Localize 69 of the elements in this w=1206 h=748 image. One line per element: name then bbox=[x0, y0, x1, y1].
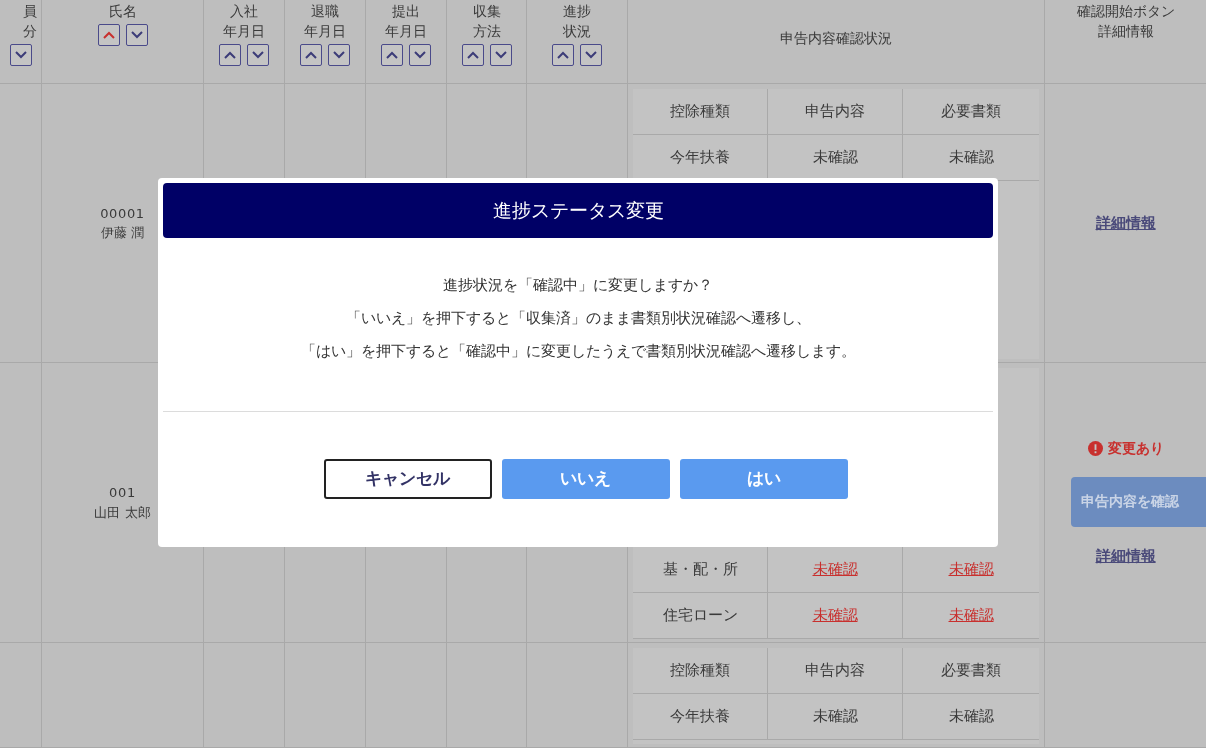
status-link[interactable]: 未確認 bbox=[812, 604, 858, 627]
sort-ascending-button[interactable] bbox=[219, 44, 241, 66]
sort-descending-button[interactable] bbox=[10, 44, 32, 66]
confirm-declaration-button[interactable]: 申告内容を確認 bbox=[1071, 476, 1206, 527]
chevron-up-icon bbox=[223, 50, 237, 60]
chevron-down-icon bbox=[493, 50, 508, 60]
chevron-down-icon bbox=[413, 50, 427, 60]
details-link[interactable]: 詳細情報 bbox=[1095, 544, 1156, 568]
column-header: 員 分 bbox=[23, 2, 38, 41]
chevron-down-icon bbox=[584, 50, 598, 60]
column-header: 申告内容確認状況 bbox=[780, 28, 892, 48]
status-text: 未確認 bbox=[948, 706, 994, 728]
column-header: 申告内容 bbox=[805, 660, 865, 682]
column-header: 収集 方法 bbox=[472, 2, 501, 41]
sort-ascending-button[interactable] bbox=[97, 24, 120, 46]
chevron-down-icon bbox=[14, 50, 28, 60]
deduction-type: 基・配・所 bbox=[662, 559, 738, 581]
dialog-title: 進捗ステータス変更 bbox=[163, 183, 993, 238]
column-header: 確認開始ボタン 詳細情報 bbox=[1076, 2, 1175, 41]
sort-ascending-button[interactable] bbox=[300, 44, 322, 66]
sort-descending-button[interactable] bbox=[247, 44, 269, 66]
cancel-button[interactable]: キャンセル bbox=[323, 459, 492, 499]
sort-ascending-button[interactable] bbox=[552, 44, 574, 66]
column-header: 氏名 bbox=[108, 2, 137, 21]
column-header: 申告内容 bbox=[805, 101, 865, 123]
status-link[interactable]: 未確認 bbox=[948, 604, 994, 627]
status-link[interactable]: 未確認 bbox=[812, 558, 858, 581]
employee-name: 山田 太郎 bbox=[94, 503, 151, 522]
sort-ascending-button[interactable] bbox=[461, 44, 484, 66]
sort-descending-button[interactable] bbox=[489, 44, 512, 66]
sort-descending-button[interactable] bbox=[580, 44, 602, 66]
deduction-type: 住宅ローン bbox=[662, 605, 738, 627]
employee-code: 00001 bbox=[100, 204, 145, 223]
column-header: 退職 年月日 bbox=[304, 2, 346, 41]
chevron-up-icon bbox=[556, 50, 570, 60]
sort-ascending-button[interactable] bbox=[381, 44, 403, 66]
column-header: 控除種類 bbox=[670, 101, 730, 123]
column-header: 必要書類 bbox=[941, 660, 1001, 682]
employee-name: 伊藤 潤 bbox=[100, 224, 145, 242]
deduction-type: 今年扶養 bbox=[670, 147, 730, 169]
confirm-button[interactable]: いいえ bbox=[501, 459, 670, 499]
alert-icon bbox=[1087, 440, 1103, 456]
details-link[interactable]: 詳細情報 bbox=[1095, 211, 1156, 235]
sort-descending-button[interactable] bbox=[409, 44, 431, 66]
confirm-button[interactable]: はい bbox=[679, 459, 848, 499]
chevron-down-icon bbox=[251, 50, 265, 60]
column-header: 必要書類 bbox=[941, 101, 1001, 123]
chevron-up-icon bbox=[465, 50, 480, 60]
chevron-down-icon bbox=[129, 30, 144, 40]
dialog-message: 進捗状況を「確認中」に変更しますか？ bbox=[443, 275, 713, 296]
employee-code: 001 bbox=[109, 484, 136, 502]
chevron-down-icon bbox=[332, 50, 346, 60]
status-text: 未確認 bbox=[948, 147, 994, 169]
column-header: 入社 年月日 bbox=[223, 2, 265, 41]
chevron-up-icon bbox=[101, 30, 116, 40]
dialog-message: 「いいえ」を押下すると「収集済」のまま書類別状況確認へ遷移し、 bbox=[345, 308, 811, 329]
status-text: 未確認 bbox=[812, 706, 858, 728]
status-text: 未確認 bbox=[812, 147, 858, 169]
chevron-up-icon bbox=[304, 50, 318, 60]
dialog-message: 「はい」を押下すると「確認中」に変更したうえで書類別状況確認へ遷移します。 bbox=[300, 341, 856, 362]
deduction-type: 今年扶養 bbox=[670, 706, 730, 728]
sort-descending-button[interactable] bbox=[125, 24, 148, 46]
status-link[interactable]: 未確認 bbox=[948, 558, 994, 581]
column-header: 提出 年月日 bbox=[385, 2, 427, 41]
change-notice: 変更あり bbox=[1107, 438, 1164, 458]
column-header: 控除種類 bbox=[670, 660, 730, 682]
chevron-up-icon bbox=[385, 50, 399, 60]
column-header: 進捗 状況 bbox=[563, 2, 591, 41]
sort-descending-button[interactable] bbox=[328, 44, 350, 66]
